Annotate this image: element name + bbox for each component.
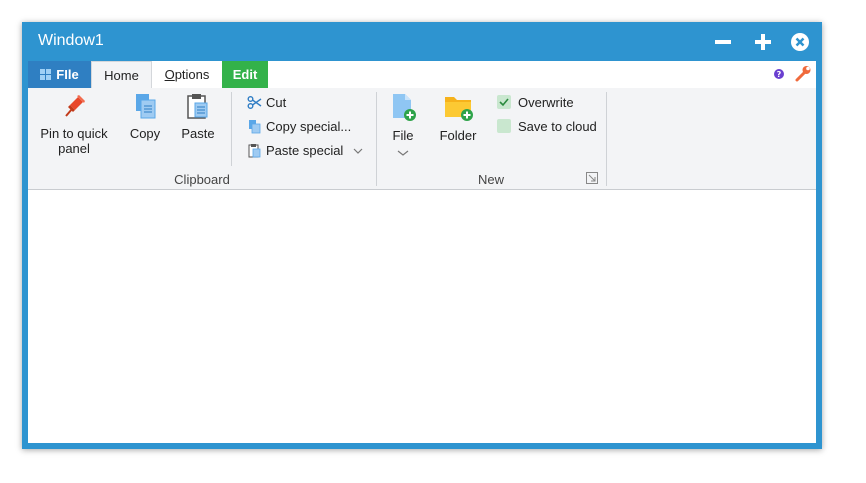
close-circle-icon (791, 33, 809, 51)
title-bar[interactable]: Window1 (22, 22, 822, 61)
content-area: FIle Home Options Edit ? Pin to quick pa… (28, 61, 816, 443)
tab-edit-label: Edit (232, 67, 258, 82)
copy-label: Copy (129, 126, 161, 141)
overwrite-check-box (497, 95, 511, 110)
clipboard-separator (231, 92, 232, 166)
overwrite-label: Overwrite (518, 95, 574, 110)
pin-to-quick-panel-button[interactable]: Pin to quick panel (34, 92, 114, 156)
tab-home[interactable]: Home (91, 61, 152, 89)
paste-label: Paste (181, 126, 215, 141)
minimize-button[interactable] (712, 31, 734, 53)
ribbon-home-panel: Pin to quick panel Copy Paste Cut Copy s… (28, 88, 816, 190)
help-icon[interactable]: ? (772, 67, 786, 81)
svg-text:?: ? (777, 70, 782, 79)
pushpin-icon (65, 95, 85, 117)
pin-label-line2: panel (58, 141, 90, 156)
save-to-cloud-checkbox[interactable]: Save to cloud (497, 116, 597, 138)
copy-special-icon (249, 120, 261, 134)
tab-options-label: ptions (174, 67, 210, 82)
new-group-label: New (477, 172, 504, 187)
tab-edit[interactable]: Edit (222, 61, 268, 88)
save-to-cloud-label: Save to cloud (518, 119, 597, 134)
file-chevron-down-icon (397, 150, 409, 156)
cut-label: Cut (266, 95, 287, 110)
tab-options[interactable]: Options (152, 61, 222, 88)
copy-special-button[interactable]: Copy special... (247, 116, 351, 138)
copy-button[interactable]: Copy (124, 92, 166, 141)
new-file-icon (393, 94, 416, 121)
save-to-cloud-check-box (497, 119, 511, 134)
group-separator-2 (606, 92, 607, 186)
new-folder-label: Folder (439, 128, 477, 143)
copy-special-label: Copy special... (266, 119, 352, 134)
app-window: Window1 FIle Home Options Edit ? Pin to … (22, 22, 822, 449)
ribbon-tabs: FIle Home Options Edit ? (28, 61, 816, 89)
overwrite-checkbox[interactable]: Overwrite (497, 92, 574, 114)
scissors-icon (247, 96, 262, 110)
checkmark-icon (499, 98, 509, 107)
new-file-dropdown[interactable]: File (384, 92, 422, 157)
tab-home-label: Home (104, 68, 139, 83)
plus-icon (755, 34, 771, 50)
window-title: Window1 (38, 32, 104, 49)
minimize-icon (715, 40, 731, 44)
tab-file-label: FIle (56, 67, 79, 82)
clipboard-group-label: Clipboard (174, 172, 230, 187)
maximize-button[interactable] (752, 31, 774, 53)
cut-button[interactable]: Cut (247, 92, 286, 114)
tab-file[interactable]: FIle (28, 61, 91, 88)
paste-special-icon (248, 144, 261, 158)
new-folder-button[interactable]: Folder (433, 92, 483, 143)
pin-label-line1: Pin to quick (40, 126, 108, 141)
chevron-down-icon (353, 148, 363, 154)
paste-special-dropdown[interactable]: Paste special (247, 140, 363, 162)
close-button[interactable] (789, 31, 811, 53)
windows-logo-icon (40, 69, 52, 81)
new-file-label: File (392, 128, 414, 143)
copy-icon (136, 94, 156, 119)
paste-button[interactable]: Paste (176, 92, 220, 141)
tab-options-access-key: O (164, 67, 175, 82)
dialog-launcher-icon[interactable] (586, 172, 598, 184)
paste-special-label: Paste special (266, 143, 344, 158)
paste-clipboard-icon (187, 94, 208, 119)
new-folder-icon (445, 97, 473, 121)
wrench-icon[interactable] (794, 65, 812, 83)
